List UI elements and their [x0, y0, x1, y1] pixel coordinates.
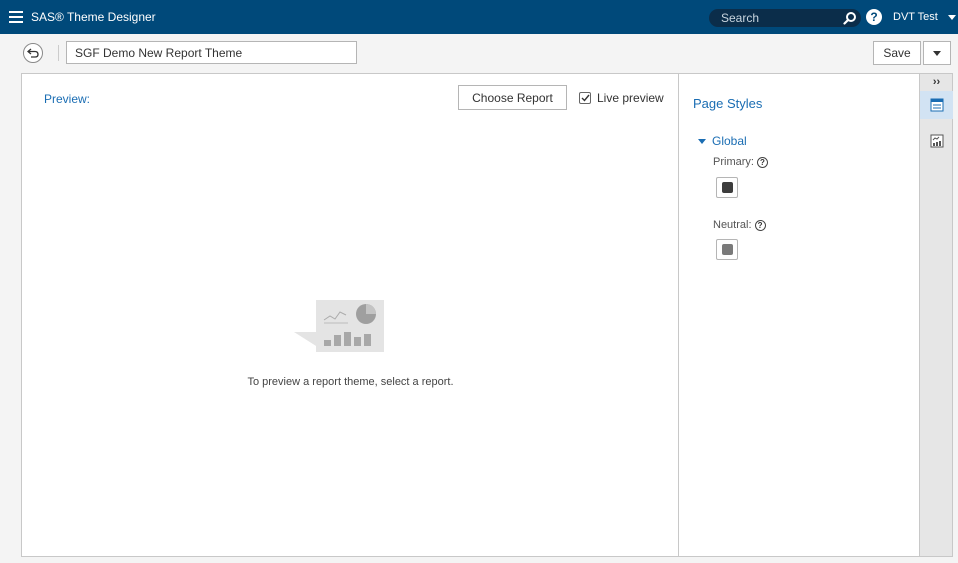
designer-workspace: Preview: Choose Report Live preview To p… [21, 73, 953, 557]
color-swatch [721, 244, 733, 255]
theme-name-field[interactable] [66, 41, 357, 64]
primary-color-label: Primary: ? [713, 156, 768, 168]
save-button[interactable]: Save [873, 41, 921, 65]
property-label: Neutral: [713, 219, 752, 231]
live-preview-label: Live preview [597, 91, 664, 105]
search-box[interactable] [709, 9, 861, 27]
page-styles-title: Page Styles [693, 96, 763, 111]
global-section-toggle[interactable]: Global [698, 134, 747, 148]
side-rail: ›› [919, 74, 953, 556]
back-arrow-icon [27, 48, 39, 58]
caret-down-icon [933, 50, 941, 56]
empty-preview-message: To preview a report theme, select a repo… [247, 376, 454, 388]
preview-label: Preview: [44, 92, 91, 106]
global-section-label: Global [712, 134, 747, 148]
theme-designer-app: SAS® Theme Designer ? DVT Test Save Prev… [0, 0, 958, 563]
property-label: Primary: [713, 156, 754, 168]
user-menu-button[interactable]: DVT Test [893, 11, 938, 23]
hamburger-icon[interactable] [9, 11, 23, 23]
color-swatch [721, 182, 733, 193]
caret-down-icon [698, 138, 706, 144]
tab-report-objects[interactable] [920, 127, 953, 155]
live-preview-checkbox[interactable] [579, 92, 591, 104]
search-input[interactable] [721, 11, 831, 25]
app-title: SAS® Theme Designer [31, 10, 156, 24]
report-chart-placeholder-icon [294, 300, 384, 352]
choose-report-button[interactable]: Choose Report [458, 85, 567, 110]
report-objects-icon [930, 134, 943, 148]
search-icon[interactable] [843, 11, 857, 25]
back-button[interactable] [23, 43, 43, 63]
checkmark-icon [581, 94, 590, 102]
neutral-color-label: Neutral: ? [713, 219, 766, 231]
collapse-panel-button[interactable]: ›› [920, 74, 953, 90]
save-menu-button[interactable] [923, 41, 951, 65]
primary-color-picker[interactable] [716, 177, 738, 198]
app-header: SAS® Theme Designer ? DVT Test [0, 0, 958, 34]
neutral-color-picker[interactable] [716, 239, 738, 260]
help-icon[interactable]: ? [754, 219, 766, 231]
page-styles-icon [930, 98, 943, 112]
help-icon[interactable]: ? [756, 156, 768, 168]
page-styles-pane: Page Styles Global Primary: ? Neutral: ? [679, 74, 919, 556]
toolbar-divider [58, 45, 59, 61]
preview-pane: Preview: Choose Report Live preview To p… [22, 74, 679, 556]
help-icon[interactable]: ? [866, 9, 882, 25]
tab-page-styles[interactable] [920, 91, 953, 119]
caret-down-icon[interactable] [948, 15, 956, 20]
